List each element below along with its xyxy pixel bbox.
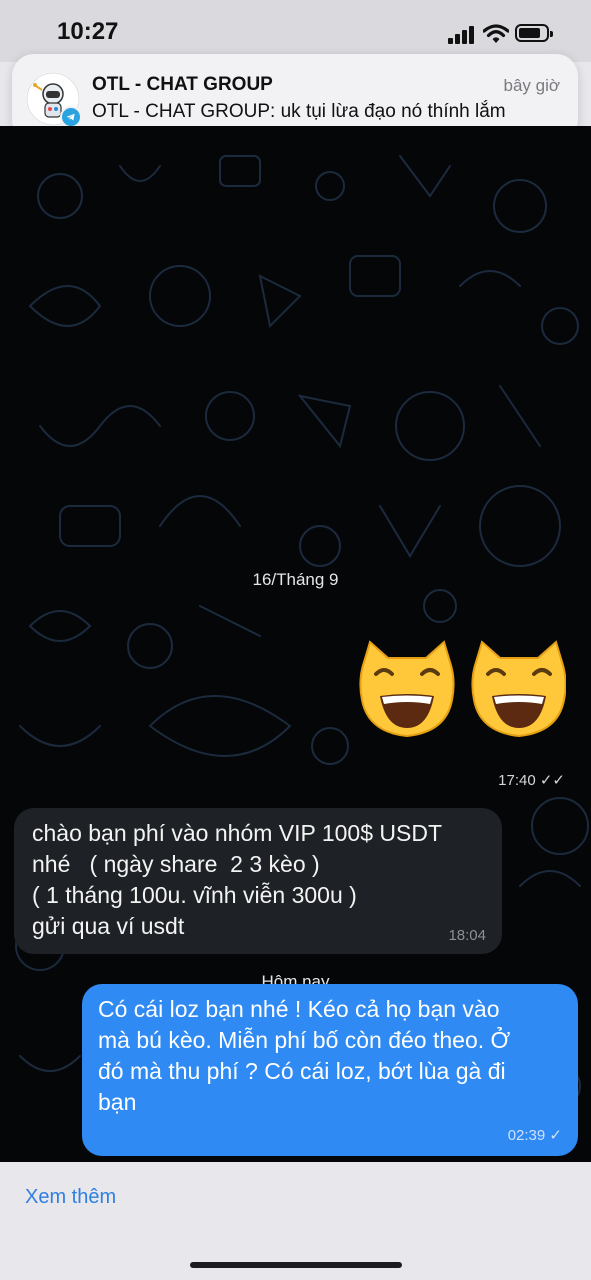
message-line: mà bú kèo. Miễn phí bố còn đéo theo. Ở <box>98 1027 511 1053</box>
incoming-message-text: chào bạn phí vào nhóm VIP 100$ USDT nhé … <box>32 818 484 942</box>
message-line: Có cái loz bạn nhé ! Kéo cả họ bạn vào <box>98 996 500 1022</box>
date-separator: 16/Tháng 9 <box>252 570 339 589</box>
status-time: 10:27 <box>57 18 119 45</box>
single-check-icon: ✓ <box>549 1127 562 1144</box>
message-line: đó mà thu phí ? Có cái loz, bớt lùa gà đ… <box>98 1058 506 1084</box>
notification-title: OTL - CHAT GROUP <box>92 74 273 95</box>
grinning-cat-emoji <box>359 640 455 738</box>
grinning-cat-emoji <box>471 640 566 738</box>
message-line: nhé ( ngày share 2 3 kèo ) <box>32 851 320 877</box>
status-bar: 10:27 <box>0 0 591 62</box>
incoming-message-bubble[interactable]: chào bạn phí vào nhóm VIP 100$ USDT nhé … <box>14 808 502 954</box>
incoming-message-time: 18:04 <box>448 927 486 944</box>
outgoing-time-label: 02:39 <box>507 1127 546 1144</box>
sticker-time-label: 17:40 <box>498 772 536 789</box>
message-line: chào bạn phí vào nhóm VIP 100$ USDT <box>32 820 443 846</box>
wifi-icon <box>483 24 509 43</box>
double-check-icon: ✓✓ <box>539 772 565 789</box>
outgoing-message-bubble[interactable]: Có cái loz bạn nhé ! Kéo cả họ bạn vào m… <box>82 984 578 1156</box>
sticker-time-with-read-checks: 17:40 ✓✓ <box>498 771 565 789</box>
telegram-icon <box>60 106 82 128</box>
message-line: ( 1 tháng 100u. vĩnh viễn 300u ) <box>32 882 357 908</box>
outgoing-message-text: Có cái loz bạn nhé ! Kéo cả họ bạn vào m… <box>98 994 560 1118</box>
notification-body: OTL - CHAT GROUP: uk tụi lừa đạo nó thín… <box>92 101 506 122</box>
see-more-link[interactable]: Xem thêm <box>25 1186 116 1209</box>
outgoing-message-time: 02:39 ✓ <box>508 1126 562 1144</box>
message-line: gửi qua ví usdt <box>32 913 185 939</box>
cellular-signal-icon <box>448 26 476 44</box>
cat-stickers <box>359 640 566 738</box>
message-line: bạn <box>98 1089 137 1115</box>
notification-time: bây giờ <box>503 76 560 95</box>
chat-preview[interactable]: 16/Tháng 9 17:40 ✓✓ chào bạn phí vào nhó… <box>0 126 591 1162</box>
battery-icon <box>515 24 553 42</box>
home-indicator[interactable] <box>190 1262 402 1268</box>
